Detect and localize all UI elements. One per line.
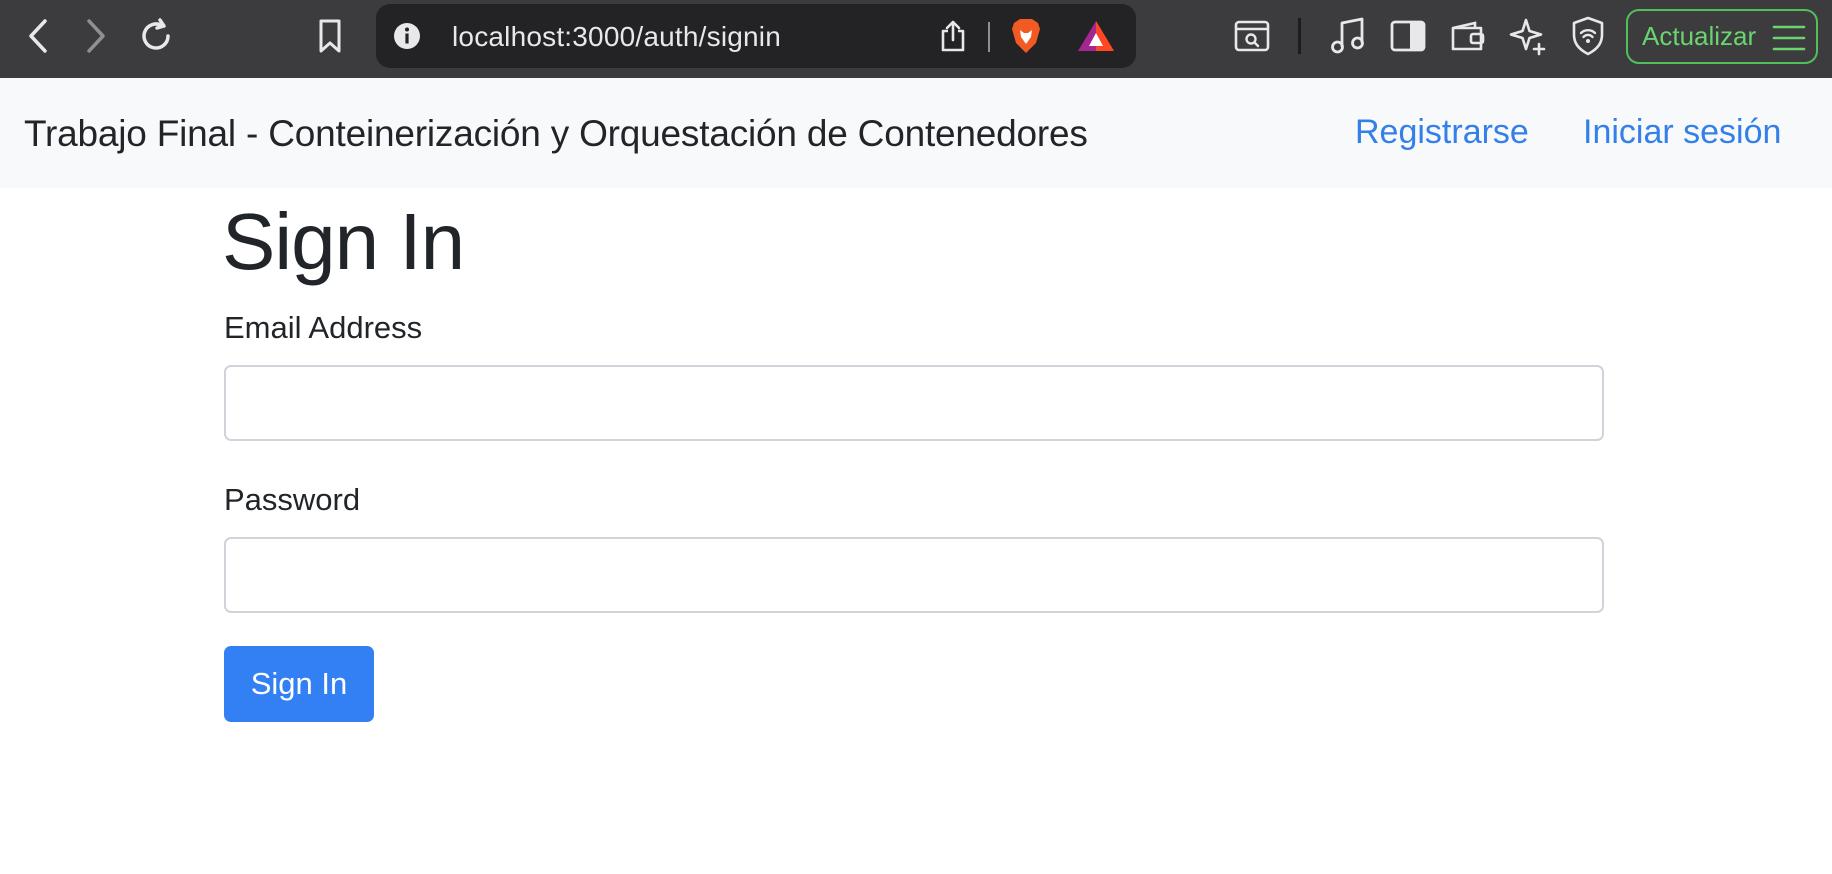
password-field[interactable]	[224, 537, 1604, 613]
brave-rewards-icon[interactable]	[1076, 18, 1116, 54]
reader-mode-icon[interactable]	[1232, 16, 1272, 56]
site-info-icon[interactable]	[392, 21, 422, 51]
url-text[interactable]: localhost:3000/auth/signin	[452, 21, 781, 53]
page-title: Sign In	[222, 197, 465, 286]
menu-icon[interactable]	[1772, 24, 1806, 57]
brave-shields-icon[interactable]	[1008, 16, 1044, 56]
sidebar-icon[interactable]	[1388, 16, 1428, 56]
password-label: Password	[224, 482, 361, 517]
url-divider	[988, 22, 990, 52]
address-bar[interactable]: localhost:3000/auth/signin	[376, 4, 1136, 68]
signin-button[interactable]: Sign In	[224, 646, 374, 722]
reload-icon[interactable]	[136, 16, 176, 56]
update-button[interactable]: Actualizar	[1626, 9, 1818, 64]
leo-ai-icon[interactable]	[1508, 14, 1548, 58]
app-navbar: Trabajo Final - Conteinerización y Orque…	[0, 78, 1832, 188]
share-icon[interactable]	[938, 18, 968, 54]
nav-link-signin[interactable]: Iniciar sesión	[1583, 113, 1781, 152]
nav-link-register[interactable]: Registrarse	[1355, 113, 1529, 152]
browser-toolbar: localhost:3000/auth/signin Actualizar	[0, 0, 1832, 78]
email-field[interactable]	[224, 365, 1604, 441]
media-icon[interactable]	[1328, 16, 1368, 56]
toolbar-separator	[1298, 18, 1301, 54]
update-label: Actualizar	[1642, 21, 1757, 51]
navbar-brand[interactable]: Trabajo Final - Conteinerización y Orque…	[24, 113, 1088, 155]
vpn-icon[interactable]	[1568, 14, 1608, 58]
bookmark-icon[interactable]	[314, 16, 346, 56]
back-icon[interactable]	[22, 16, 54, 56]
wallet-icon[interactable]	[1448, 16, 1488, 56]
email-label: Email Address	[224, 310, 423, 345]
forward-icon[interactable]	[80, 16, 112, 56]
